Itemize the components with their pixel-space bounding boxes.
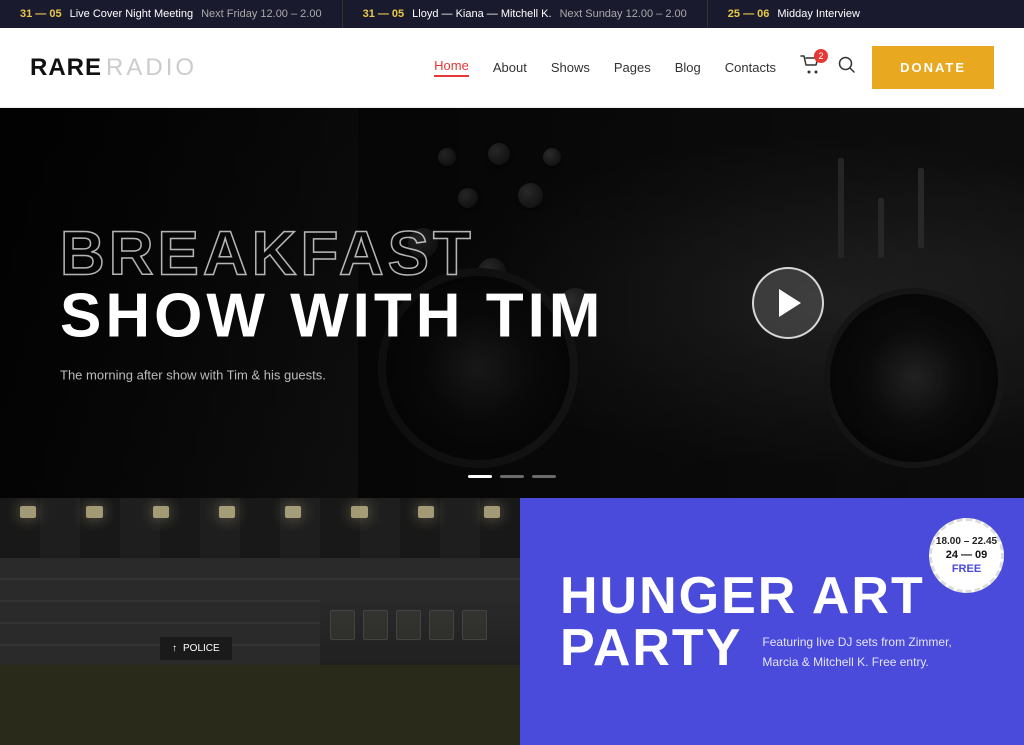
train-window-5 <box>462 610 487 640</box>
ticker-item-1: 31 — 05 Live Cover Night Meeting Next Fr… <box>0 0 343 28</box>
hero-subtitle: The morning after show with Tim & his gu… <box>60 368 604 383</box>
ticker-time-2: Next Sunday 12.00 – 2.00 <box>560 8 687 20</box>
badge-free: FREE <box>952 562 981 576</box>
ticker-date-2: 31 — 05 <box>363 8 405 20</box>
main-nav: Home About Shows Pages Blog Contacts <box>434 58 776 77</box>
subway-light-1 <box>20 506 36 518</box>
train-window-3 <box>396 610 421 640</box>
event-description: Featuring live DJ sets from Zimmer, Marc… <box>762 633 984 671</box>
cart-badge: 2 <box>814 49 828 63</box>
bottom-section: ↑ POLICE 18.00 – 22.45 24 — 09 FREE HUNG… <box>0 498 1024 745</box>
subway-sign: ↑ POLICE <box>160 637 232 660</box>
train-windows <box>320 595 520 655</box>
ticker-item-2: 31 — 05 Lloyd — Kiana — Mitchell K. Next… <box>343 0 708 28</box>
badge-date: 24 — 09 <box>946 548 988 562</box>
donate-button[interactable]: DONATE <box>872 46 994 89</box>
subway-sign-arrow: ↑ <box>172 643 177 654</box>
ticker-title-1: Live Cover Night Meeting <box>70 8 194 20</box>
nav-blog[interactable]: Blog <box>675 60 701 75</box>
subway-light-7 <box>418 506 434 518</box>
logo[interactable]: RARE RADIO <box>30 54 197 82</box>
hero-title-line1: BREAKFAST <box>60 224 604 286</box>
ticker-bar: 31 — 05 Live Cover Night Meeting Next Fr… <box>0 0 1024 28</box>
logo-rare: RARE <box>30 54 102 82</box>
subway-light-8 <box>484 506 500 518</box>
ticker-title-2: Lloyd — Kiana — Mitchell K. <box>412 8 551 20</box>
event-title-line2: PARTY <box>560 622 742 674</box>
subway-light-5 <box>285 506 301 518</box>
ticker-time-1: Next Friday 12.00 – 2.00 <box>201 8 321 20</box>
hero-content: BREAKFAST SHOW WITH TIM The morning afte… <box>60 224 604 383</box>
nav-about[interactable]: About <box>493 60 527 75</box>
nav-contacts[interactable]: Contacts <box>725 60 776 75</box>
search-button[interactable] <box>838 56 856 79</box>
cart-button[interactable]: 2 <box>800 55 822 80</box>
event-title-row2: PARTY Featuring live DJ sets from Zimmer… <box>560 622 984 674</box>
ticker-date-3: 25 — 06 <box>728 8 770 20</box>
play-button[interactable] <box>752 267 824 339</box>
header: RARE RADIO Home About Shows Pages Blog C… <box>0 28 1024 108</box>
subway-light-3 <box>153 506 169 518</box>
train-window-4 <box>429 610 454 640</box>
play-icon <box>779 289 801 317</box>
subway-sign-text: POLICE <box>183 643 220 654</box>
slider-dots <box>468 475 556 478</box>
subway-lights <box>0 506 520 518</box>
subway-light-2 <box>86 506 102 518</box>
nav-home[interactable]: Home <box>434 58 469 77</box>
event-badge: 18.00 – 22.45 24 — 09 FREE <box>929 518 1004 593</box>
dot-1[interactable] <box>468 475 492 478</box>
ticker-date-1: 31 — 05 <box>20 8 62 20</box>
badge-time: 18.00 – 22.45 <box>936 535 997 548</box>
subway-image: ↑ POLICE <box>0 498 520 745</box>
nav-pages[interactable]: Pages <box>614 60 651 75</box>
subway-light-4 <box>219 506 235 518</box>
hero-title-line2: SHOW WITH TIM <box>60 286 604 348</box>
subway-light-6 <box>351 506 367 518</box>
event-title-line1: HUNGER ART <box>560 570 984 622</box>
logo-radio: RADIO <box>106 54 197 82</box>
ticker-title-3: Midday Interview <box>777 8 860 20</box>
train-window-1 <box>330 610 355 640</box>
subway-platform <box>0 665 520 745</box>
event-panel: 18.00 – 22.45 24 — 09 FREE HUNGER ART PA… <box>520 498 1024 745</box>
dot-2[interactable] <box>500 475 524 478</box>
hero-section: BREAKFAST SHOW WITH TIM The morning afte… <box>0 108 1024 498</box>
dot-3[interactable] <box>532 475 556 478</box>
nav-shows[interactable]: Shows <box>551 60 590 75</box>
header-icons: 2 <box>800 55 856 80</box>
ticker-item-3: 25 — 06 Midday Interview <box>708 0 888 28</box>
train-window-2 <box>363 610 388 640</box>
